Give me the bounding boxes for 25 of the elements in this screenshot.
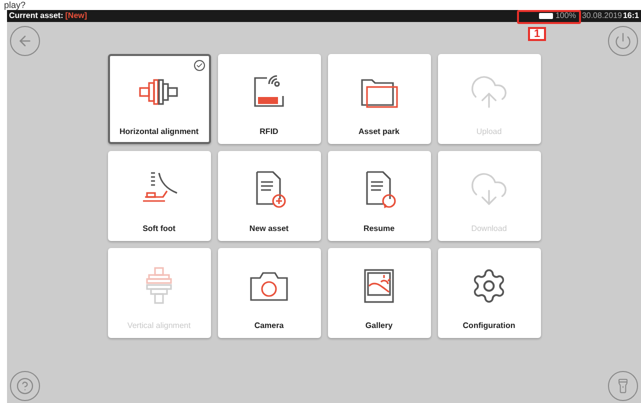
menu-tile[interactable]: Resume	[328, 151, 430, 241]
status-label: Current asset:	[9, 11, 64, 21]
flashlight-button[interactable]	[608, 371, 638, 401]
asset-name: [New]	[65, 11, 88, 21]
help-icon	[16, 377, 34, 395]
date-text: 30.08.2019	[582, 11, 622, 21]
menu-tile[interactable]: New asset	[218, 151, 320, 241]
callout-number: 1	[528, 27, 546, 41]
menu-tile[interactable]: Soft foot	[108, 151, 210, 241]
menu-tile[interactable]: Gallery	[328, 248, 430, 338]
callout-frame	[517, 10, 581, 24]
menu-tile[interactable]: RFID	[218, 54, 320, 144]
check-icon	[194, 60, 204, 71]
caption-text: play?	[4, 0, 26, 10]
menu-tile[interactable]: Asset park	[328, 54, 430, 144]
menu-tile[interactable]: Configuration	[438, 248, 540, 338]
power-button[interactable]	[608, 26, 638, 56]
menu-tile[interactable]: Horizontal alignment	[108, 54, 210, 144]
battery-level: 100%	[555, 11, 576, 21]
battery-icon	[539, 13, 554, 19]
back-button[interactable]	[10, 26, 40, 56]
menu-tile[interactable]: Camera	[218, 248, 320, 338]
power-icon	[614, 32, 632, 50]
help-button[interactable]	[10, 371, 40, 401]
time-text: 16:1	[622, 11, 639, 21]
